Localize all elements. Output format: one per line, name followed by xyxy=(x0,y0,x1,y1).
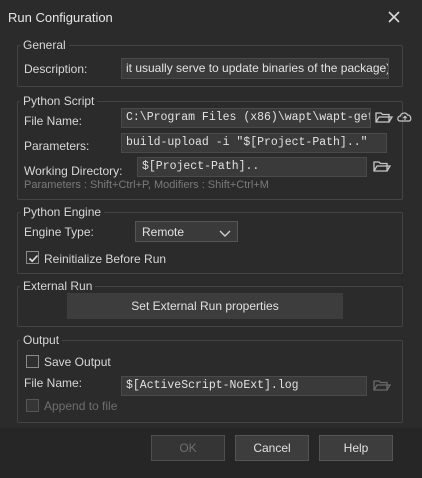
output-file-name-label: File Name: xyxy=(24,376,83,390)
title-bar: Run Configuration xyxy=(0,0,422,36)
working-directory-label: Working Directory: xyxy=(24,164,123,178)
parameters-label: Parameters: xyxy=(24,139,90,153)
output-file-input[interactable]: $[ActiveScript-NoExt].log xyxy=(121,376,367,396)
cloud-upload-icon[interactable] xyxy=(396,108,414,126)
engine-type-value: Remote xyxy=(142,225,185,239)
ok-button[interactable]: OK xyxy=(151,435,225,461)
description-label: Description: xyxy=(24,62,88,76)
external-run-legend: External Run xyxy=(23,279,93,293)
parameters-input[interactable]: build-upload -i "$[Project-Path].." xyxy=(121,133,387,153)
window-title: Run Configuration xyxy=(8,10,113,25)
general-legend: General xyxy=(23,38,66,52)
description-input[interactable]: it usually serve to update binaries of t… xyxy=(121,58,389,79)
python-engine-legend: Python Engine xyxy=(23,205,102,219)
save-output-label: Save Output xyxy=(44,355,111,369)
shortcut-hint: Parameters : Shift+Ctrl+P, Modifiers : S… xyxy=(24,179,269,191)
file-name-label: File Name: xyxy=(24,114,83,128)
set-external-run-button[interactable]: Set External Run properties xyxy=(67,293,343,319)
append-label: Append to file xyxy=(44,399,118,413)
script-file-input[interactable]: C:\Program Files (x86)\wapt\wapt-get.py xyxy=(121,108,371,128)
open-folder-icon[interactable] xyxy=(372,157,392,175)
reinitialize-label: Reinitialize Before Run xyxy=(44,252,167,266)
engine-type-select[interactable]: Remote xyxy=(135,221,238,242)
close-icon[interactable] xyxy=(384,7,404,27)
output-legend: Output xyxy=(23,333,60,347)
reinitialize-checkbox[interactable] xyxy=(26,251,39,264)
engine-type-label: Engine Type: xyxy=(24,225,94,239)
save-output-checkbox[interactable] xyxy=(26,355,39,368)
open-folder-icon[interactable] xyxy=(374,108,394,126)
python-script-legend: Python Script xyxy=(23,94,95,108)
cancel-button[interactable]: Cancel xyxy=(235,435,309,461)
append-checkbox xyxy=(26,399,39,412)
help-button[interactable]: Help xyxy=(319,435,393,461)
chevron-down-icon xyxy=(219,227,231,241)
working-directory-input[interactable]: $[Project-Path].. xyxy=(137,157,367,177)
open-folder-icon xyxy=(372,376,392,394)
